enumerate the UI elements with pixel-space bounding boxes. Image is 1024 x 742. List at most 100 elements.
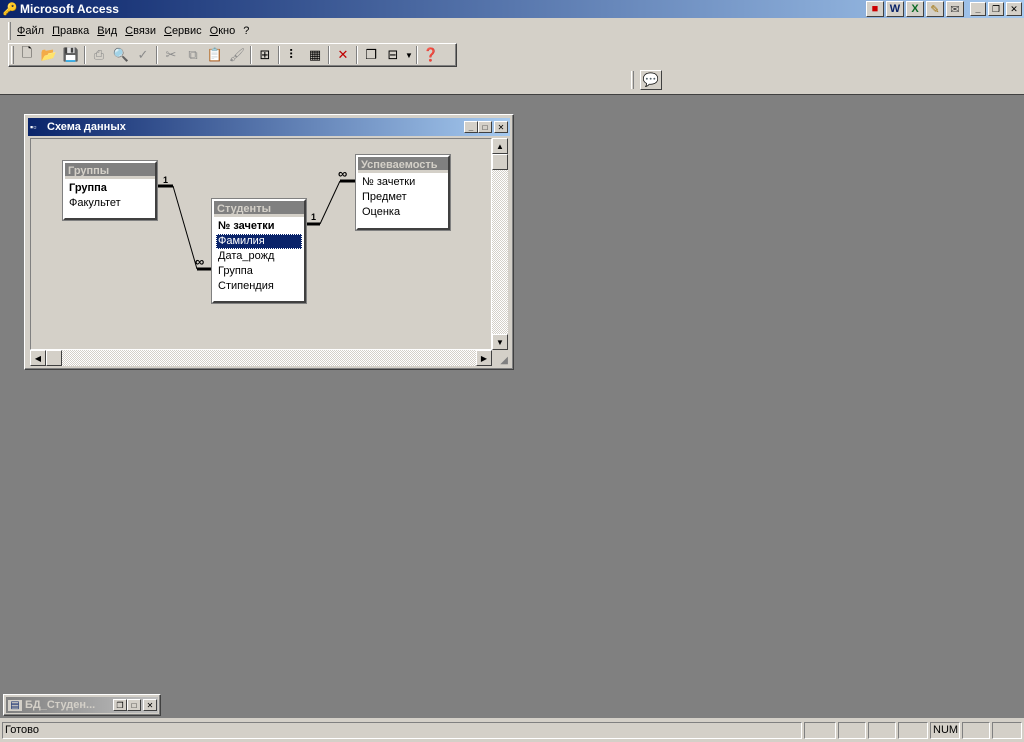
- vertical-scrollbar[interactable]: ▲ ▼: [492, 138, 508, 350]
- status-cell: [898, 722, 928, 739]
- num-lock-indicator: NUM: [930, 722, 960, 739]
- table-title[interactable]: Группы: [65, 163, 155, 179]
- print-icon[interactable]: ⎙: [88, 45, 110, 65]
- status-cell: [992, 722, 1022, 739]
- app-title-bar: 🔑 Microsoft Access ■ W X ✎ ✉ _ ❐ ✕: [0, 0, 1024, 18]
- help-icon[interactable]: ❓: [420, 45, 442, 65]
- database-icon: ▤: [8, 699, 22, 711]
- status-cell: [962, 722, 990, 739]
- show-direct-icon[interactable]: ⠇: [282, 45, 304, 65]
- status-cell: [838, 722, 866, 739]
- access-icon[interactable]: ✎: [926, 1, 944, 17]
- field-item[interactable]: Фамилия: [216, 234, 302, 249]
- copy-icon[interactable]: ⧉: [182, 45, 204, 65]
- toolbar-separator: [278, 46, 280, 64]
- office-shortcut-bar: ■ W X ✎ ✉: [866, 1, 964, 17]
- word-icon[interactable]: W: [886, 1, 904, 17]
- vertical-scroll-thumb[interactable]: [492, 154, 508, 170]
- table-uspevaemost[interactable]: Успеваемость № зачетки Предмет Оценка: [355, 154, 451, 231]
- menu-edit[interactable]: Правка: [48, 25, 93, 37]
- window-maximize-button[interactable]: □: [478, 121, 492, 133]
- field-item[interactable]: Группа: [67, 181, 153, 196]
- new-object-icon[interactable]: ⊟: [382, 45, 404, 65]
- relation-one-label: 1: [311, 212, 317, 222]
- menu-file[interactable]: Файл: [13, 25, 48, 37]
- field-item[interactable]: Предмет: [360, 190, 446, 205]
- database-window-icon[interactable]: ❐: [360, 45, 382, 65]
- window-close-button[interactable]: ✕: [494, 121, 508, 133]
- menu-bar: Файл Правка Вид Связи Сервис Окно ?: [0, 20, 1024, 42]
- window-minimize-button[interactable]: _: [464, 121, 478, 133]
- close-button[interactable]: ✕: [1006, 2, 1022, 16]
- app-title: Microsoft Access: [20, 2, 119, 16]
- table-title[interactable]: Студенты: [214, 201, 304, 217]
- field-item[interactable]: Оценка: [360, 205, 446, 220]
- excel-icon[interactable]: X: [906, 1, 924, 17]
- relation-many-label: ∞: [338, 166, 347, 181]
- field-item[interactable]: № зачетки: [216, 219, 302, 234]
- relationships-window-title-bar[interactable]: ▪▫ Схема данных _ □ ✕: [28, 118, 510, 136]
- menu-tools[interactable]: Сервис: [160, 25, 206, 37]
- toolbar-separator: [250, 46, 252, 64]
- scroll-down-icon[interactable]: ▼: [492, 334, 508, 350]
- relationships-window-title: Схема данных: [47, 121, 126, 133]
- size-grip-icon[interactable]: ◢: [492, 350, 508, 366]
- scroll-up-icon[interactable]: ▲: [492, 138, 508, 154]
- field-item[interactable]: Дата_рожд: [216, 249, 302, 264]
- minimize-button[interactable]: _: [970, 2, 986, 16]
- toolbar-grip[interactable]: [631, 71, 634, 89]
- delete-icon[interactable]: ✕: [332, 45, 354, 65]
- window-maximize-button[interactable]: □: [127, 699, 141, 711]
- save-icon[interactable]: 💾: [60, 45, 82, 65]
- office-logo-icon[interactable]: ■: [866, 1, 884, 17]
- table-title[interactable]: Успеваемость: [358, 157, 448, 173]
- database-window-minimized[interactable]: ▤ БД_Студен... ❐ □ ✕: [3, 694, 161, 716]
- print-preview-icon[interactable]: 🔍: [110, 45, 132, 65]
- menu-grip[interactable]: [8, 22, 11, 40]
- scroll-right-icon[interactable]: ▶: [476, 350, 492, 366]
- database-window-title: БД_Студен...: [25, 699, 96, 711]
- toolbar-separator: [356, 46, 358, 64]
- show-all-relationships-icon[interactable]: ▦: [304, 45, 326, 65]
- window-close-button[interactable]: ✕: [143, 699, 157, 711]
- spelling-icon[interactable]: ✓: [132, 45, 154, 65]
- menu-help[interactable]: ?: [239, 25, 253, 37]
- restore-button[interactable]: ❐: [988, 2, 1004, 16]
- scroll-left-icon[interactable]: ◀: [30, 350, 46, 366]
- field-item[interactable]: Стипендия: [216, 279, 302, 294]
- cut-icon[interactable]: ✂: [160, 45, 182, 65]
- format-painter-icon[interactable]: 🖌: [226, 45, 248, 65]
- status-cell: [868, 722, 896, 739]
- field-item[interactable]: № зачетки: [360, 175, 446, 190]
- menu-relationships[interactable]: Связи: [121, 25, 160, 37]
- relationship-toolbar: 🗋 📂 💾 ⎙ 🔍 ✓ ✂ ⧉ 📋 🖌 ⊞ ⠇ ▦ ✕ ❐ ⊟ ▼ ❓: [8, 43, 457, 67]
- window-restore-button[interactable]: ❐: [113, 699, 127, 711]
- toolbar-separator: [156, 46, 158, 64]
- office-assistant-toolbar: 💬: [631, 68, 666, 92]
- show-table-icon[interactable]: ⊞: [254, 45, 276, 65]
- horizontal-scroll-thumb[interactable]: [46, 350, 62, 366]
- toolbar-grip[interactable]: [11, 46, 14, 64]
- database-window-title-bar[interactable]: ▤ БД_Студен... ❐ □ ✕: [6, 697, 158, 713]
- access-key-icon: 🔑: [2, 2, 18, 16]
- table-studenty[interactable]: Студенты № зачетки Фамилия Дата_рожд Гру…: [211, 198, 307, 304]
- relationships-window: ▪▫ Схема данных _ □ ✕ 1 ∞ 1 ∞ Группы Гру…: [24, 114, 514, 370]
- new-object-dropdown-icon[interactable]: ▼: [404, 45, 414, 65]
- relationships-icon: ▪▫: [30, 122, 37, 132]
- toolbar-separator: [84, 46, 86, 64]
- horizontal-scrollbar[interactable]: ◀ ▶: [30, 350, 492, 366]
- field-item[interactable]: Группа: [216, 264, 302, 279]
- office-assistant-icon[interactable]: 💬: [640, 70, 662, 90]
- paste-icon[interactable]: 📋: [204, 45, 226, 65]
- status-cell: [804, 722, 836, 739]
- relationships-canvas[interactable]: 1 ∞ 1 ∞ Группы Группа Факультет Студенты…: [30, 138, 492, 350]
- toolbar-separator: [328, 46, 330, 64]
- menu-window[interactable]: Окно: [206, 25, 240, 37]
- field-item[interactable]: Факультет: [67, 196, 153, 211]
- relation-line-segment: [319, 180, 341, 225]
- menu-view[interactable]: Вид: [93, 25, 121, 37]
- outlook-icon[interactable]: ✉: [946, 1, 964, 17]
- table-gruppy[interactable]: Группы Группа Факультет: [62, 160, 158, 221]
- open-icon[interactable]: 📂: [38, 45, 60, 65]
- new-icon[interactable]: 🗋: [16, 45, 38, 65]
